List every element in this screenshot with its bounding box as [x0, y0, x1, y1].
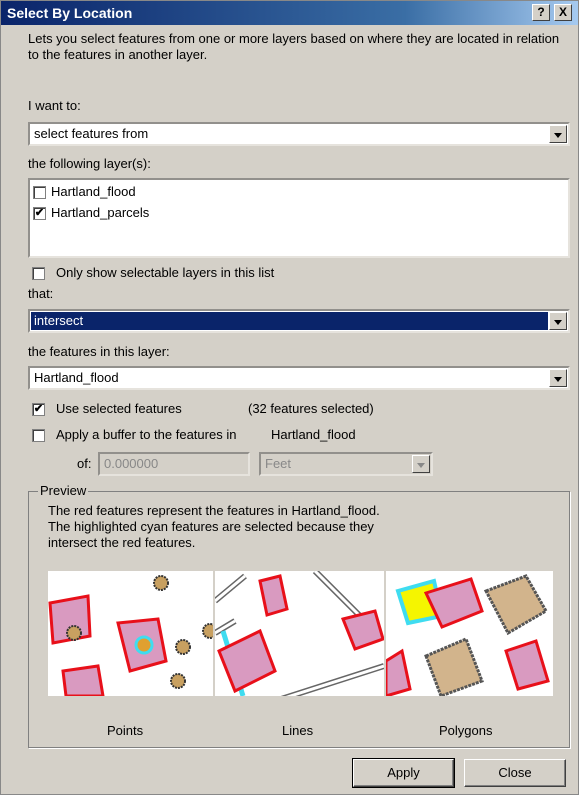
- lines-illustration: [215, 571, 384, 696]
- layers-list[interactable]: Hartland_flood ✔ Hartland_parcels: [28, 178, 570, 258]
- layer-label-hartland-parcels: Hartland_parcels: [51, 205, 150, 220]
- preview-text-3: intersect the red features.: [48, 535, 196, 550]
- only-selectable-checkbox[interactable]: [32, 267, 45, 280]
- polygons-preview-image: [386, 571, 553, 696]
- that-label: that:: [28, 286, 54, 301]
- title-bar[interactable]: Select By Location ? X: [1, 1, 578, 25]
- description-text: Lets you select features from one or mor…: [28, 31, 560, 62]
- preview-text-2: The highlighted cyan features are select…: [48, 519, 374, 534]
- features-layer-select[interactable]: Hartland_flood: [28, 366, 570, 390]
- selection-highlight: [31, 312, 548, 330]
- relationship-value: intersect: [34, 313, 84, 328]
- polygons-illustration: [386, 574, 550, 696]
- preview-label: Preview: [38, 483, 89, 498]
- apply-buffer-checkbox[interactable]: [32, 429, 45, 442]
- polygons-caption: Polygons: [439, 723, 493, 738]
- buffer-of-label: of:: [77, 456, 92, 471]
- selected-count: (32 features selected): [248, 401, 374, 416]
- only-selectable-label[interactable]: Only show selectable layers in this list: [56, 265, 274, 280]
- buffer-unit-select[interactable]: Feet: [259, 452, 433, 476]
- select-by-location-dialog: Select By Location ? X Lets you select f…: [0, 0, 579, 795]
- use-selected-label[interactable]: Use selected features: [56, 401, 182, 416]
- features-layer-label: the features in this layer:: [28, 344, 170, 359]
- chevron-down-icon[interactable]: [549, 369, 567, 387]
- want-to-select[interactable]: select features from: [28, 122, 570, 146]
- want-to-label: I want to:: [28, 98, 81, 113]
- close-window-button[interactable]: X: [554, 4, 572, 21]
- relationship-select[interactable]: intersect: [28, 309, 570, 333]
- apply-button[interactable]: Apply: [352, 758, 455, 788]
- buffer-distance-value: 0.000000: [104, 456, 159, 471]
- points-illustration: [48, 575, 213, 696]
- window-title: Select By Location: [7, 5, 133, 21]
- layer-checkbox-hartland-flood[interactable]: [33, 186, 46, 199]
- buffer-distance-input[interactable]: 0.000000: [98, 452, 250, 476]
- preview-text-1: The red features represent the features …: [48, 503, 380, 518]
- chevron-down-icon[interactable]: [549, 312, 567, 330]
- layer-label-hartland-flood: Hartland_flood: [51, 184, 136, 199]
- want-to-value: select features from: [34, 126, 149, 141]
- buffer-layer-name: Hartland_flood: [271, 427, 356, 442]
- apply-buffer-label[interactable]: Apply a buffer to the features in: [56, 427, 236, 442]
- help-button[interactable]: ?: [532, 4, 550, 21]
- lines-preview-image: [215, 571, 384, 696]
- close-button[interactable]: Close: [464, 759, 566, 787]
- points-preview-image: [48, 571, 213, 696]
- layers-label: the following layer(s):: [28, 156, 151, 171]
- layer-checkbox-hartland-parcels[interactable]: ✔: [33, 207, 46, 220]
- use-selected-checkbox[interactable]: ✔: [32, 403, 45, 416]
- chevron-down-icon[interactable]: [412, 455, 430, 473]
- points-caption: Points: [107, 723, 144, 738]
- lines-caption: Lines: [282, 723, 314, 738]
- buffer-unit-value: Feet: [265, 456, 292, 471]
- features-layer-value: Hartland_flood: [34, 370, 119, 385]
- chevron-down-icon[interactable]: [549, 125, 567, 143]
